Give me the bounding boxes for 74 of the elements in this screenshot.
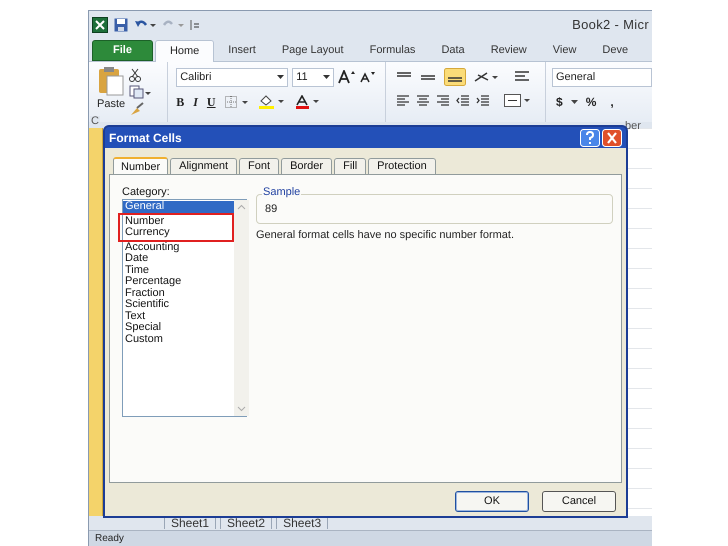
copy-icon[interactable] xyxy=(129,84,152,99)
help-button[interactable] xyxy=(580,128,600,146)
ribbon-tab[interactable]: File xyxy=(92,40,153,61)
currency-button[interactable]: $ xyxy=(556,92,563,111)
dialog-tab[interactable]: Border xyxy=(281,158,332,174)
align-bottom-icon[interactable] xyxy=(444,68,466,86)
paintbrush-icon[interactable] xyxy=(129,102,146,116)
dialog-tab[interactable]: Number xyxy=(113,157,168,175)
dialog-tab[interactable]: Alignment xyxy=(170,158,238,174)
category-item[interactable]: Special xyxy=(123,322,234,334)
comma-button[interactable]: , xyxy=(604,92,614,111)
fill-color-icon[interactable] xyxy=(258,94,286,109)
merge-cells-icon[interactable] xyxy=(504,94,530,108)
category-item[interactable]: Custom xyxy=(123,334,234,345)
dialog-tab[interactable]: Protection xyxy=(368,158,436,174)
category-item[interactable]: Text xyxy=(123,310,234,322)
borders-icon[interactable] xyxy=(224,96,249,108)
excel-logo-icon[interactable] xyxy=(92,16,108,33)
align-left-icon[interactable] xyxy=(396,94,410,107)
sample-value: 89 xyxy=(265,202,278,217)
align-center-icon[interactable] xyxy=(416,94,430,107)
category-item[interactable]: Scientific xyxy=(123,299,234,310)
ribbon-tab[interactable]: Data xyxy=(429,40,477,61)
ribbon-tab[interactable]: Review xyxy=(478,40,539,61)
category-item[interactable]: Date xyxy=(123,253,234,264)
number-format-dropdown[interactable]: General xyxy=(552,68,652,87)
shrink-font-icon[interactable] xyxy=(360,71,376,84)
dialog-tab[interactable]: Font xyxy=(239,158,280,174)
number-format-value: General xyxy=(556,70,596,85)
close-button[interactable] xyxy=(602,128,622,146)
font-size-value: 11 xyxy=(296,70,308,85)
bold-button[interactable]: B xyxy=(176,92,184,111)
window-title: Book2 - Micr xyxy=(572,16,649,34)
caret-icon xyxy=(323,75,330,80)
category-item[interactable]: Accounting xyxy=(123,242,234,253)
ribbon-tab[interactable]: Insert xyxy=(216,40,268,61)
wrap-text-icon[interactable] xyxy=(514,70,530,84)
ribbon-tab[interactable]: Formulas xyxy=(358,40,428,61)
category-item[interactable]: Fraction xyxy=(123,288,234,299)
ribbon-tab[interactable]: View xyxy=(540,40,588,61)
grow-font-icon[interactable] xyxy=(338,70,356,84)
font-name-value: Calibri xyxy=(180,70,212,85)
group-label: C xyxy=(90,116,100,127)
category-label: Category: xyxy=(122,185,171,199)
category-item[interactable]: Time xyxy=(123,264,234,276)
dialog-title: Format Cells xyxy=(109,130,182,146)
italic-button[interactable]: I xyxy=(193,92,198,111)
ribbon-tab[interactable]: Home xyxy=(154,40,214,62)
scissors-icon[interactable] xyxy=(129,68,142,82)
ribbon-tab[interactable]: Deve xyxy=(590,40,640,61)
dialog-tab[interactable]: Fill xyxy=(334,158,366,174)
decrease-indent-icon[interactable] xyxy=(456,94,470,107)
paste-label[interactable]: Paste xyxy=(97,96,126,112)
ok-button[interactable]: OK xyxy=(455,491,529,512)
underline-button[interactable]: U xyxy=(206,92,216,111)
customize-toolbar-icon[interactable] xyxy=(190,18,200,31)
clipboard-icon[interactable] xyxy=(98,66,124,96)
sample-label: Sample xyxy=(262,187,302,198)
category-item[interactable]: General xyxy=(123,201,234,212)
font-size-dropdown[interactable]: 11 xyxy=(292,68,334,87)
font-name-dropdown[interactable]: Calibri xyxy=(176,68,288,87)
increase-indent-icon[interactable] xyxy=(476,94,490,107)
status-text: Ready xyxy=(95,532,124,546)
percent-button[interactable]: % xyxy=(586,92,596,111)
align-right-icon[interactable] xyxy=(436,94,450,107)
caret-icon xyxy=(277,75,284,80)
orientation-icon[interactable] xyxy=(474,70,500,83)
save-icon[interactable] xyxy=(114,18,128,32)
caret-icon xyxy=(570,100,578,104)
category-item[interactable]: Percentage xyxy=(123,276,234,288)
ribbon-tab[interactable]: Page Layout xyxy=(270,40,356,61)
cancel-button[interactable]: Cancel xyxy=(542,491,616,512)
font-color-icon[interactable] xyxy=(294,94,321,109)
format-description: General format cells have no specific number format. xyxy=(256,228,516,243)
